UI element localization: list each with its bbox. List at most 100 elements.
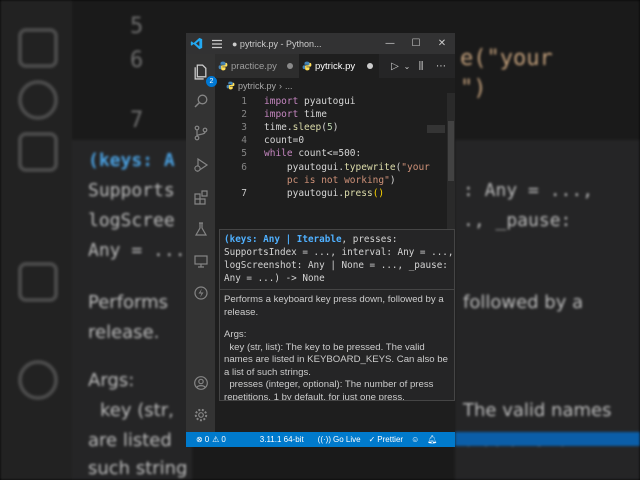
background-line-number: 7 (130, 108, 144, 133)
background-doc-text: key (str, (100, 400, 174, 421)
python-file-icon (215, 61, 231, 71)
background-doc-text: are listed (88, 430, 172, 451)
go-live-button[interactable]: ((·)) Go Live (314, 435, 365, 444)
function-docs: Performs a keyboard key press down, foll… (220, 290, 454, 401)
scrollbar-thumb[interactable] (448, 121, 454, 181)
code-token: import (264, 109, 299, 121)
code-line[interactable]: 7 pyautogui.press() (215, 187, 455, 200)
prettier-label: Prettier (377, 435, 404, 444)
code-line[interactable]: pc is not working") (215, 174, 455, 187)
breadcrumb-file[interactable]: pytrick.py (238, 81, 276, 91)
prettier-status[interactable]: ✓ Prettier (365, 435, 408, 444)
doc-summary: Performs a keyboard key press down, foll… (224, 294, 447, 318)
close-button[interactable]: ✕ (429, 33, 455, 54)
live-share-icon[interactable] (190, 282, 211, 303)
tab-pytrick[interactable]: pytrick.py (299, 54, 379, 78)
unsaved-dot-icon[interactable] (287, 63, 293, 69)
code-token: "your (401, 161, 430, 173)
vscode-window: ● pytrick.py - Python... — ☐ ✕ 2 practic… (186, 33, 455, 447)
background-sig-text: Supports (88, 180, 175, 201)
code-token: while (264, 148, 293, 160)
code-text: pyautogui.press() (264, 187, 384, 200)
tab-label: pytrick.py (315, 60, 356, 72)
activity-bar: 2 (186, 54, 217, 432)
line-number: 2 (241, 109, 247, 121)
chevron-right-icon: › (279, 80, 283, 91)
code-token: count=0 (264, 135, 305, 147)
check-double-icon: ✓ (368, 435, 376, 444)
breadcrumb: pytrick.py › ... (215, 78, 455, 93)
python-file-icon (226, 81, 235, 90)
code-token: ) (332, 122, 339, 134)
source-control-icon[interactable] (190, 122, 211, 143)
code-token: import (264, 96, 299, 107)
background-doc-text: release. (88, 322, 160, 343)
code-line[interactable]: 5 while count<=500: (215, 147, 455, 160)
code-text: while count<=500: (264, 147, 361, 160)
background-sig-text: Any = ... (88, 240, 186, 261)
minimize-button[interactable]: — (377, 33, 403, 54)
code-text: count=0 (264, 134, 304, 147)
code-token: pc is not working" (264, 174, 390, 186)
breadcrumb-rest[interactable]: ... (285, 81, 293, 91)
unsaved-dot-icon[interactable] (367, 63, 373, 69)
code-token: pyautogui. (264, 187, 345, 199)
feedback-icon[interactable]: ☺ (407, 435, 423, 444)
error-icon: ⊗ (196, 435, 203, 444)
tab-label: practice.py (231, 60, 277, 72)
notifications-bell-icon[interactable]: 🔔︎ (423, 435, 441, 444)
background-icon (18, 360, 58, 400)
menu-icon[interactable] (206, 33, 228, 54)
status-bar: ⊗ 0 ⚠ 0 3.11.1 64-bit ((·)) Go Live ✓ Pr… (186, 432, 455, 447)
problems-status[interactable]: ⊗ 0 ⚠ 0 (192, 435, 230, 444)
background-sig-text: (keys: A (88, 150, 175, 171)
line-number: 5 (241, 148, 247, 160)
python-interpreter[interactable]: 3.11.1 64-bit (256, 435, 308, 444)
run-debug-icon[interactable] (190, 154, 211, 175)
code-line[interactable]: 2 import time (215, 108, 455, 121)
vscode-logo-icon (186, 33, 206, 54)
split-editor-icon[interactable]: ⫼ (413, 54, 429, 78)
code-editor[interactable]: 1 import pyautogui 2 import time 3 time.sleep… (215, 93, 455, 233)
minimap[interactable] (427, 125, 445, 133)
code-line[interactable]: 6 pyautogui.typewrite("your (215, 161, 455, 174)
background-sig-text: logScree (88, 210, 175, 231)
tab-practice[interactable]: practice.py (215, 54, 299, 78)
line-number: 6 (241, 161, 247, 173)
code-line[interactable]: 3 time.sleep(5) (215, 121, 455, 134)
background-statusbar (455, 432, 640, 446)
background-sig-text: : Any = ..., (463, 180, 594, 201)
code-token: ) (389, 174, 396, 186)
line-number: 1 (241, 96, 247, 107)
code-line[interactable]: 4 count=0 (215, 134, 455, 147)
background-hover-left: (keys: A Supports logScree Any = ... Per… (72, 140, 192, 480)
background-code: e("your (460, 46, 553, 71)
background-line-number: 6 (130, 48, 144, 73)
background-icon (18, 262, 58, 302)
explorer-icon[interactable]: 2 (190, 61, 217, 87)
signature-line: logScreenshot: Any | None = ..., _pause: (224, 259, 450, 272)
background-doc-text: such string (88, 458, 188, 479)
extensions-icon[interactable] (190, 186, 211, 207)
account-icon[interactable] (190, 372, 211, 393)
doc-args: Args: key (str, list): The key to be pre… (224, 329, 448, 401)
editor-tabs: practice.py pytrick.py ▷ ⌄ ⫼ ⋯ (215, 54, 455, 78)
code-token: pyautogui. (264, 161, 345, 173)
window-title: ● pytrick.py - Python... (232, 38, 322, 49)
line-number: 4 (241, 135, 247, 147)
hover-tooltip: (keys: Any | Iterable, presses: SupportsI… (219, 229, 455, 401)
settings-gear-icon[interactable] (190, 404, 211, 425)
signature-token: Any = ...) -> None (224, 273, 325, 284)
background-doc-text: Performs (88, 292, 169, 313)
more-actions-icon[interactable]: ⋯ (433, 54, 449, 78)
go-live-label: Go Live (333, 435, 361, 444)
testing-icon[interactable] (190, 218, 211, 239)
signature-token: , presses: (341, 234, 398, 245)
maximize-button[interactable]: ☐ (403, 33, 429, 54)
code-line[interactable]: 1 import pyautogui (215, 95, 455, 108)
search-icon[interactable] (190, 90, 211, 111)
line-number: 3 (241, 122, 247, 134)
background-line-number: 5 (130, 14, 144, 39)
editor-scrollbar[interactable] (447, 93, 455, 233)
remote-explorer-icon[interactable] (190, 250, 211, 271)
